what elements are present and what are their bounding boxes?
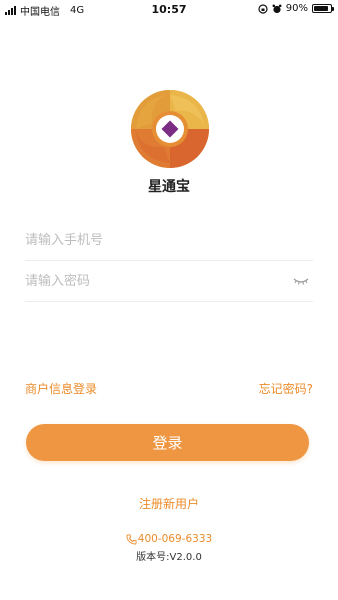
- app-name: 星通宝: [148, 179, 190, 195]
- login-button[interactable]: 登录: [26, 424, 309, 461]
- phone-input[interactable]: [25, 221, 313, 260]
- rotation-lock-icon: [258, 3, 268, 14]
- forgot-password-link[interactable]: 忘记密码?: [259, 380, 313, 397]
- status-bar: 中国电信 4G 10:57 90%: [0, 0, 338, 20]
- password-input[interactable]: [25, 262, 313, 301]
- battery-icon: [312, 4, 334, 13]
- battery-percent: 90%: [285, 3, 308, 14]
- status-right: 90%: [258, 3, 334, 14]
- service-phone-number: 400-069-6333: [137, 533, 213, 545]
- eye-closed-icon[interactable]: [293, 276, 309, 286]
- phone-field: [25, 221, 313, 261]
- battery-fill: [314, 6, 329, 11]
- app-logo: [131, 90, 209, 168]
- phone-icon: [126, 533, 137, 545]
- register-link[interactable]: 注册新用户: [0, 495, 338, 512]
- merchant-login-link[interactable]: 商户信息登录: [25, 380, 97, 397]
- password-field: [25, 262, 313, 302]
- alarm-icon: [272, 4, 282, 13]
- version-label: 版本号:V2.0.0: [136, 552, 202, 563]
- service-phone[interactable]: 400-069-6333: [0, 533, 338, 545]
